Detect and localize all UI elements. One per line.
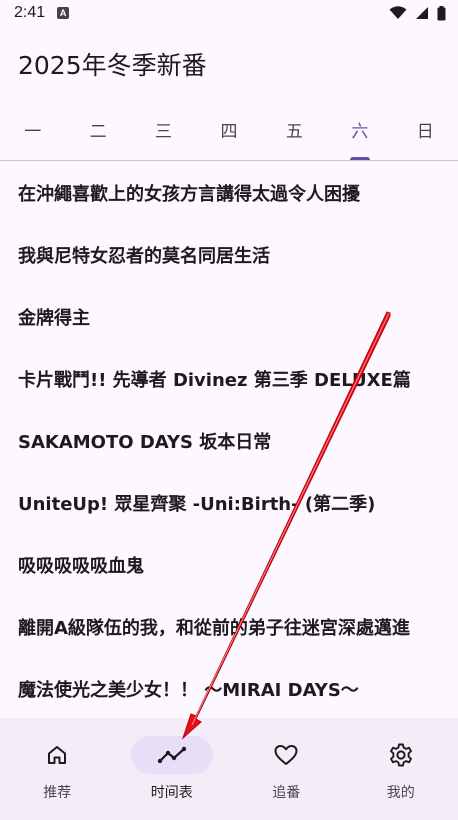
a-letter-icon: A (57, 7, 70, 19)
signal-icon (416, 7, 428, 19)
gear-icon (360, 736, 442, 774)
tab-weekday-2[interactable]: 二 (65, 108, 130, 160)
list-item[interactable]: 金牌得主 (0, 286, 458, 348)
page-title: 2025年冬季新番 (18, 51, 207, 80)
list-item[interactable]: 在沖繩喜歡上的女孩方言講得太過令人困擾 (0, 162, 458, 224)
trend-line-icon (130, 736, 213, 774)
anime-list: 在沖繩喜歡上的女孩方言講得太過令人困擾 我與尼特女忍者的莫名同居生活 金牌得主 卡片戰… (0, 162, 458, 718)
list-item[interactable]: 吸吸吸吸吸血鬼 (0, 534, 458, 596)
heart-icon (245, 736, 327, 774)
list-item[interactable]: SAKAMOTO DAYS 坂本日常 (0, 410, 458, 472)
battery-icon (437, 5, 446, 20)
nav-label: 追番 (272, 785, 301, 801)
tab-weekday-4[interactable]: 四 (196, 108, 261, 160)
home-icon (16, 736, 98, 774)
nav-label: 时间表 (150, 785, 193, 801)
list-item[interactable]: 我與尼特女忍者的莫名同居生活 (0, 224, 458, 286)
tab-weekday-6[interactable]: 六 (327, 108, 392, 160)
tab-weekday-7[interactable]: 日 (393, 108, 458, 160)
nav-item-schedule[interactable]: 时间表 (115, 718, 230, 820)
tab-weekday-3[interactable]: 三 (131, 108, 196, 160)
list-item[interactable]: 魔法使光之美少女！！ ～MIRAI DAYS～ (0, 658, 458, 718)
nav-item-mine[interactable]: 我的 (344, 718, 458, 820)
list-item[interactable]: 卡片戰鬥!! 先導者 Divinez 第三季 DELUXE篇 (0, 348, 458, 410)
tab-weekday-5[interactable]: 五 (262, 108, 327, 160)
tab-weekday-1[interactable]: 一 (0, 108, 65, 160)
wifi-icon (389, 6, 407, 19)
nav-item-recommend[interactable]: 推荐 (0, 718, 115, 820)
status-right-icons (389, 5, 446, 21)
nav-label: 推荐 (43, 785, 72, 801)
bottom-navigation: 推荐 时间表 追番 我的 (0, 718, 458, 820)
status-time: 2:41 (14, 4, 46, 21)
list-item[interactable]: UniteUp! 眾星齊聚 -Uni:Birth- (第二季) (0, 472, 458, 534)
status-bar: 2:41 A (0, 0, 458, 26)
nav-label: 我的 (386, 785, 415, 801)
nav-item-following[interactable]: 追番 (229, 718, 344, 820)
weekday-tab-bar: 一二三四五六日 (0, 108, 458, 161)
list-item[interactable]: 離開A級隊伍的我，和從前的弟子往迷宮深處邁進 (0, 596, 458, 658)
